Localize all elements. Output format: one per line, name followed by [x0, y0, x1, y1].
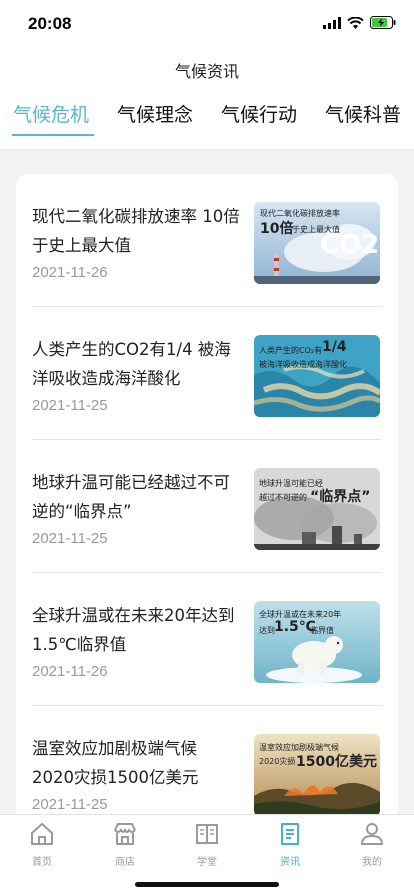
thumbnail-highlight: 10倍	[260, 221, 294, 237]
article-title: 人类产生的CO2有1/4 被海洋吸收造成海洋酸化	[32, 340, 231, 388]
article-thumbnail: 全球升温或在未来20年 达到 1.5℃ 临界值	[254, 601, 380, 683]
article-title: 地球升温可能已经越过不可逆的“临界点”	[32, 473, 230, 521]
thumbnail-caption: 临界值	[310, 626, 334, 635]
article-thumbnail: 现代二氧化碳排放速率 10倍 于史上最大值 CO2	[254, 202, 380, 284]
thumbnail-caption: 被海洋吸收造成海洋酸化	[259, 360, 347, 369]
article-date: 2021-11-25	[32, 796, 108, 813]
thumbnail-highlight: “临界点”	[310, 489, 371, 505]
category-tabs: 气候危机 气候理念 气候行动 气候科普	[0, 100, 414, 144]
book-icon	[196, 824, 218, 844]
article-item[interactable]: 现代二氧化碳排放速率 10倍于史上最大值 2021-11-26 现代二氧化碳排放…	[16, 174, 398, 307]
tabbar-item-news[interactable]: 资讯	[260, 821, 320, 868]
home-icon	[31, 823, 53, 845]
article-thumbnail: 地球升温可能已经 越过不可逆的 “临界点”	[254, 468, 380, 550]
thumbnail-highlight: 1/4	[322, 339, 347, 355]
article-date: 2021-11-25	[32, 530, 108, 547]
tab-climate-crisis[interactable]: 气候危机	[13, 100, 89, 127]
article-item[interactable]: 全球升温或在未来20年达到1.5℃临界值 2021-11-26 全球升温或在未来…	[16, 573, 398, 706]
tabbar-item-profile[interactable]: 我的	[342, 821, 402, 868]
news-icon	[281, 823, 299, 845]
profile-icon	[361, 823, 383, 845]
article-list: 现代二氧化碳排放速率 10倍于史上最大值 2021-11-26 现代二氧化碳排放…	[16, 174, 398, 834]
article-date: 2021-11-25	[32, 397, 108, 414]
article-date: 2021-11-26	[32, 663, 108, 680]
signal-icon	[323, 16, 341, 29]
battery-charging-icon	[370, 16, 396, 29]
status-bar: 20:08	[0, 0, 414, 48]
article-title: 全球升温或在未来20年达到1.5℃临界值	[32, 606, 235, 654]
thumbnail-caption: 越过不可逆的	[259, 493, 307, 502]
thumbnail-caption: 人类产生的CO₂有	[259, 346, 323, 355]
tabbar-label: 商店	[115, 857, 135, 868]
article-title: 现代二氧化碳排放速率 10倍于史上最大值	[32, 207, 240, 255]
tabbar-label: 我的	[362, 857, 382, 868]
article-title: 温室效应加剧极端气候 2020灾损1500亿美元	[32, 739, 199, 787]
tab-climate-science[interactable]: 气候科普	[325, 100, 401, 127]
status-icons	[323, 16, 396, 29]
article-thumbnail: 人类产生的CO₂有 1/4 被海洋吸收造成海洋酸化	[254, 335, 380, 417]
tabbar-label: 学堂	[197, 857, 217, 868]
article-thumbnail: 温室效应加剧极端气候 2020灾损 1500亿美元	[254, 734, 380, 816]
thumbnail-caption: 2020灾损	[259, 757, 296, 766]
active-tab-indicator	[12, 134, 94, 136]
shop-icon	[114, 823, 136, 845]
tab-climate-action[interactable]: 气候行动	[221, 100, 297, 127]
tabbar-item-academy[interactable]: 学堂	[177, 821, 237, 868]
article-item[interactable]: 地球升温可能已经越过不可逆的“临界点” 2021-11-25 地球升温可能已经 …	[16, 440, 398, 573]
page-title: 气候资讯	[174, 62, 239, 81]
tabbar-item-home[interactable]: 首页	[12, 821, 72, 868]
home-indicator[interactable]	[135, 882, 279, 887]
status-time: 20:08	[28, 14, 72, 33]
thumbnail-highlight: 1500亿美元	[296, 754, 377, 770]
tabbar-label: 资讯	[280, 857, 300, 868]
tab-climate-concept[interactable]: 气候理念	[117, 100, 193, 127]
tabbar-item-shop[interactable]: 商店	[95, 821, 155, 868]
article-date: 2021-11-26	[32, 264, 108, 281]
wifi-icon	[347, 16, 364, 29]
thumbnail-caption: 达到	[259, 626, 275, 635]
tabbar-label: 首页	[32, 857, 52, 868]
article-item[interactable]: 人类产生的CO2有1/4 被海洋吸收造成海洋酸化 2021-11-25 人类产生…	[16, 307, 398, 440]
thumbnail-formula: CO2	[320, 230, 380, 260]
